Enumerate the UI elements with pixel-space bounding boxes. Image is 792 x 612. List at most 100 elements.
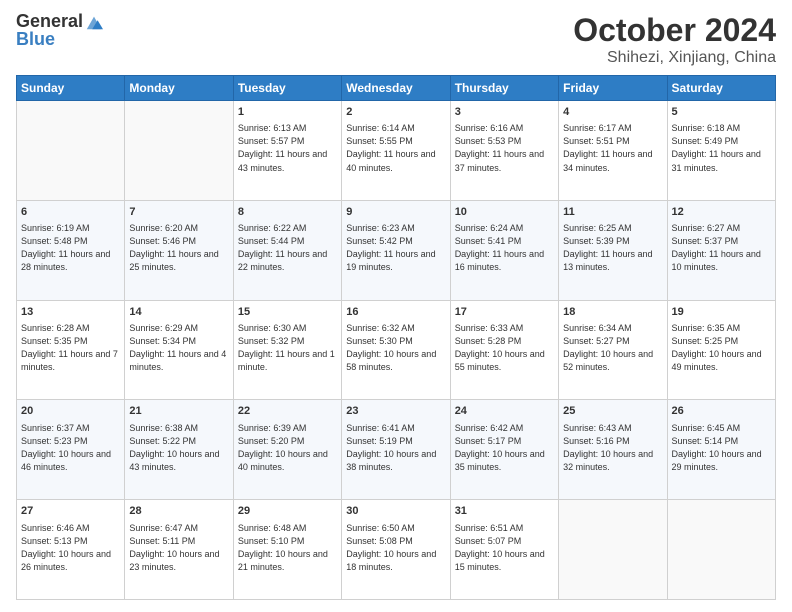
header: General Blue October 2024 Shihezi, Xinji… bbox=[16, 12, 776, 67]
calendar-week-row: 27Sunrise: 6:46 AM Sunset: 5:13 PM Dayli… bbox=[17, 500, 776, 600]
day-info: Sunrise: 6:20 AM Sunset: 5:46 PM Dayligh… bbox=[129, 222, 228, 274]
day-info: Sunrise: 6:22 AM Sunset: 5:44 PM Dayligh… bbox=[238, 222, 337, 274]
calendar-week-row: 6Sunrise: 6:19 AM Sunset: 5:48 PM Daylig… bbox=[17, 200, 776, 300]
calendar-cell: 13 Sunrise: 6:28 AM Sunset: 5:35 PM Dayli… bbox=[17, 300, 125, 400]
calendar-week-row: 20 Sunrise: 6:37 AM Sunset: 5:23 PM Dayli… bbox=[17, 400, 776, 500]
day-number: 16 bbox=[346, 305, 445, 320]
day-info: Sunrise: 6:24 AM Sunset: 5:41 PM Dayligh… bbox=[455, 222, 554, 274]
calendar-cell: 27Sunrise: 6:46 AM Sunset: 5:13 PM Dayli… bbox=[17, 500, 125, 600]
day-info: Sunrise: 6:45 AM Sunset: 5:14 PM Dayligh… bbox=[672, 422, 771, 474]
day-number: 23 bbox=[346, 404, 445, 419]
calendar-cell: 22 Sunrise: 6:39 AM Sunset: 5:20 PM Dayli… bbox=[233, 400, 341, 500]
day-number: 21 bbox=[129, 404, 228, 419]
calendar-cell: 9 Sunrise: 6:23 AM Sunset: 5:42 PM Daylig… bbox=[342, 200, 450, 300]
logo: General Blue bbox=[16, 12, 103, 50]
day-info: Sunrise: 6:32 AM Sunset: 5:30 PM Dayligh… bbox=[346, 322, 445, 374]
subtitle: Shihezi, Xinjiang, China bbox=[573, 49, 776, 67]
day-number: 1 bbox=[238, 105, 337, 120]
calendar-cell bbox=[17, 101, 125, 201]
calendar-cell: 6Sunrise: 6:19 AM Sunset: 5:48 PM Daylig… bbox=[17, 200, 125, 300]
calendar-week-row: 13 Sunrise: 6:28 AM Sunset: 5:35 PM Dayli… bbox=[17, 300, 776, 400]
calendar-cell: 1 Sunrise: 6:13 AM Sunset: 5:57 PM Daylig… bbox=[233, 101, 341, 201]
day-number: 19 bbox=[672, 305, 771, 320]
day-number: 30 bbox=[346, 504, 445, 519]
main-title: October 2024 bbox=[573, 12, 776, 49]
calendar-header-friday: Friday bbox=[559, 76, 667, 101]
calendar-cell: 5Sunrise: 6:18 AM Sunset: 5:49 PM Daylig… bbox=[667, 101, 775, 201]
calendar-cell: 29 Sunrise: 6:48 AM Sunset: 5:10 PM Dayli… bbox=[233, 500, 341, 600]
day-number: 9 bbox=[346, 205, 445, 220]
day-info: Sunrise: 6:37 AM Sunset: 5:23 PM Dayligh… bbox=[21, 422, 120, 474]
day-number: 14 bbox=[129, 305, 228, 320]
calendar-header-row: SundayMondayTuesdayWednesdayThursdayFrid… bbox=[17, 76, 776, 101]
page: General Blue October 2024 Shihezi, Xinji… bbox=[0, 0, 792, 612]
calendar-cell bbox=[559, 500, 667, 600]
day-info: Sunrise: 6:16 AM Sunset: 5:53 PM Dayligh… bbox=[455, 122, 554, 174]
day-number: 28 bbox=[129, 504, 228, 519]
day-info: Sunrise: 6:39 AM Sunset: 5:20 PM Dayligh… bbox=[238, 422, 337, 474]
day-number: 8 bbox=[238, 205, 337, 220]
day-number: 15 bbox=[238, 305, 337, 320]
day-info: Sunrise: 6:38 AM Sunset: 5:22 PM Dayligh… bbox=[129, 422, 228, 474]
day-number: 27 bbox=[21, 504, 120, 519]
calendar-cell: 2 Sunrise: 6:14 AM Sunset: 5:55 PM Daylig… bbox=[342, 101, 450, 201]
day-info: Sunrise: 6:13 AM Sunset: 5:57 PM Dayligh… bbox=[238, 122, 337, 174]
day-info: Sunrise: 6:17 AM Sunset: 5:51 PM Dayligh… bbox=[563, 122, 662, 174]
calendar-cell: 26Sunrise: 6:45 AM Sunset: 5:14 PM Dayli… bbox=[667, 400, 775, 500]
calendar-header-saturday: Saturday bbox=[667, 76, 775, 101]
day-number: 13 bbox=[21, 305, 120, 320]
day-info: Sunrise: 6:33 AM Sunset: 5:28 PM Dayligh… bbox=[455, 322, 554, 374]
calendar-cell: 8 Sunrise: 6:22 AM Sunset: 5:44 PM Daylig… bbox=[233, 200, 341, 300]
day-info: Sunrise: 6:43 AM Sunset: 5:16 PM Dayligh… bbox=[563, 422, 662, 474]
calendar-cell: 14Sunrise: 6:29 AM Sunset: 5:34 PM Dayli… bbox=[125, 300, 233, 400]
day-info: Sunrise: 6:28 AM Sunset: 5:35 PM Dayligh… bbox=[21, 322, 120, 374]
calendar-cell: 4Sunrise: 6:17 AM Sunset: 5:51 PM Daylig… bbox=[559, 101, 667, 201]
title-section: October 2024 Shihezi, Xinjiang, China bbox=[573, 12, 776, 67]
calendar-cell: 10 Sunrise: 6:24 AM Sunset: 5:41 PM Dayli… bbox=[450, 200, 558, 300]
calendar-cell: 11Sunrise: 6:25 AM Sunset: 5:39 PM Dayli… bbox=[559, 200, 667, 300]
calendar-cell bbox=[125, 101, 233, 201]
calendar-cell: 12 Sunrise: 6:27 AM Sunset: 5:37 PM Dayli… bbox=[667, 200, 775, 300]
day-info: Sunrise: 6:35 AM Sunset: 5:25 PM Dayligh… bbox=[672, 322, 771, 374]
calendar-cell: 28 Sunrise: 6:47 AM Sunset: 5:11 PM Dayli… bbox=[125, 500, 233, 600]
day-info: Sunrise: 6:51 AM Sunset: 5:07 PM Dayligh… bbox=[455, 522, 554, 574]
day-number: 20 bbox=[21, 404, 120, 419]
calendar-cell: 23 Sunrise: 6:41 AM Sunset: 5:19 PM Dayli… bbox=[342, 400, 450, 500]
calendar-cell: 15 Sunrise: 6:30 AM Sunset: 5:32 PM Dayli… bbox=[233, 300, 341, 400]
day-number: 7 bbox=[129, 205, 228, 220]
day-info: Sunrise: 6:19 AM Sunset: 5:48 PM Dayligh… bbox=[21, 222, 120, 274]
calendar-cell: 3 Sunrise: 6:16 AM Sunset: 5:53 PM Daylig… bbox=[450, 101, 558, 201]
day-number: 2 bbox=[346, 105, 445, 120]
day-info: Sunrise: 6:14 AM Sunset: 5:55 PM Dayligh… bbox=[346, 122, 445, 174]
day-number: 17 bbox=[455, 305, 554, 320]
calendar-cell: 20 Sunrise: 6:37 AM Sunset: 5:23 PM Dayli… bbox=[17, 400, 125, 500]
day-number: 31 bbox=[455, 504, 554, 519]
day-number: 22 bbox=[238, 404, 337, 419]
day-number: 10 bbox=[455, 205, 554, 220]
day-info: Sunrise: 6:18 AM Sunset: 5:49 PM Dayligh… bbox=[672, 122, 771, 174]
day-number: 29 bbox=[238, 504, 337, 519]
calendar-cell: 21 Sunrise: 6:38 AM Sunset: 5:22 PM Dayli… bbox=[125, 400, 233, 500]
day-number: 3 bbox=[455, 105, 554, 120]
day-info: Sunrise: 6:30 AM Sunset: 5:32 PM Dayligh… bbox=[238, 322, 337, 374]
day-info: Sunrise: 6:27 AM Sunset: 5:37 PM Dayligh… bbox=[672, 222, 771, 274]
day-info: Sunrise: 6:41 AM Sunset: 5:19 PM Dayligh… bbox=[346, 422, 445, 474]
calendar-cell: 30 Sunrise: 6:50 AM Sunset: 5:08 PM Dayli… bbox=[342, 500, 450, 600]
logo-icon bbox=[85, 13, 103, 31]
calendar-header-sunday: Sunday bbox=[17, 76, 125, 101]
calendar-cell: 17 Sunrise: 6:33 AM Sunset: 5:28 PM Dayli… bbox=[450, 300, 558, 400]
calendar-cell: 19 Sunrise: 6:35 AM Sunset: 5:25 PM Dayli… bbox=[667, 300, 775, 400]
calendar-cell: 25Sunrise: 6:43 AM Sunset: 5:16 PM Dayli… bbox=[559, 400, 667, 500]
calendar-header-thursday: Thursday bbox=[450, 76, 558, 101]
day-info: Sunrise: 6:48 AM Sunset: 5:10 PM Dayligh… bbox=[238, 522, 337, 574]
calendar-cell: 24Sunrise: 6:42 AM Sunset: 5:17 PM Dayli… bbox=[450, 400, 558, 500]
calendar-cell: 7 Sunrise: 6:20 AM Sunset: 5:46 PM Daylig… bbox=[125, 200, 233, 300]
day-info: Sunrise: 6:34 AM Sunset: 5:27 PM Dayligh… bbox=[563, 322, 662, 374]
calendar-header-wednesday: Wednesday bbox=[342, 76, 450, 101]
day-info: Sunrise: 6:47 AM Sunset: 5:11 PM Dayligh… bbox=[129, 522, 228, 574]
calendar-header-monday: Monday bbox=[125, 76, 233, 101]
day-number: 12 bbox=[672, 205, 771, 220]
calendar-table: SundayMondayTuesdayWednesdayThursdayFrid… bbox=[16, 75, 776, 600]
day-info: Sunrise: 6:50 AM Sunset: 5:08 PM Dayligh… bbox=[346, 522, 445, 574]
day-info: Sunrise: 6:23 AM Sunset: 5:42 PM Dayligh… bbox=[346, 222, 445, 274]
